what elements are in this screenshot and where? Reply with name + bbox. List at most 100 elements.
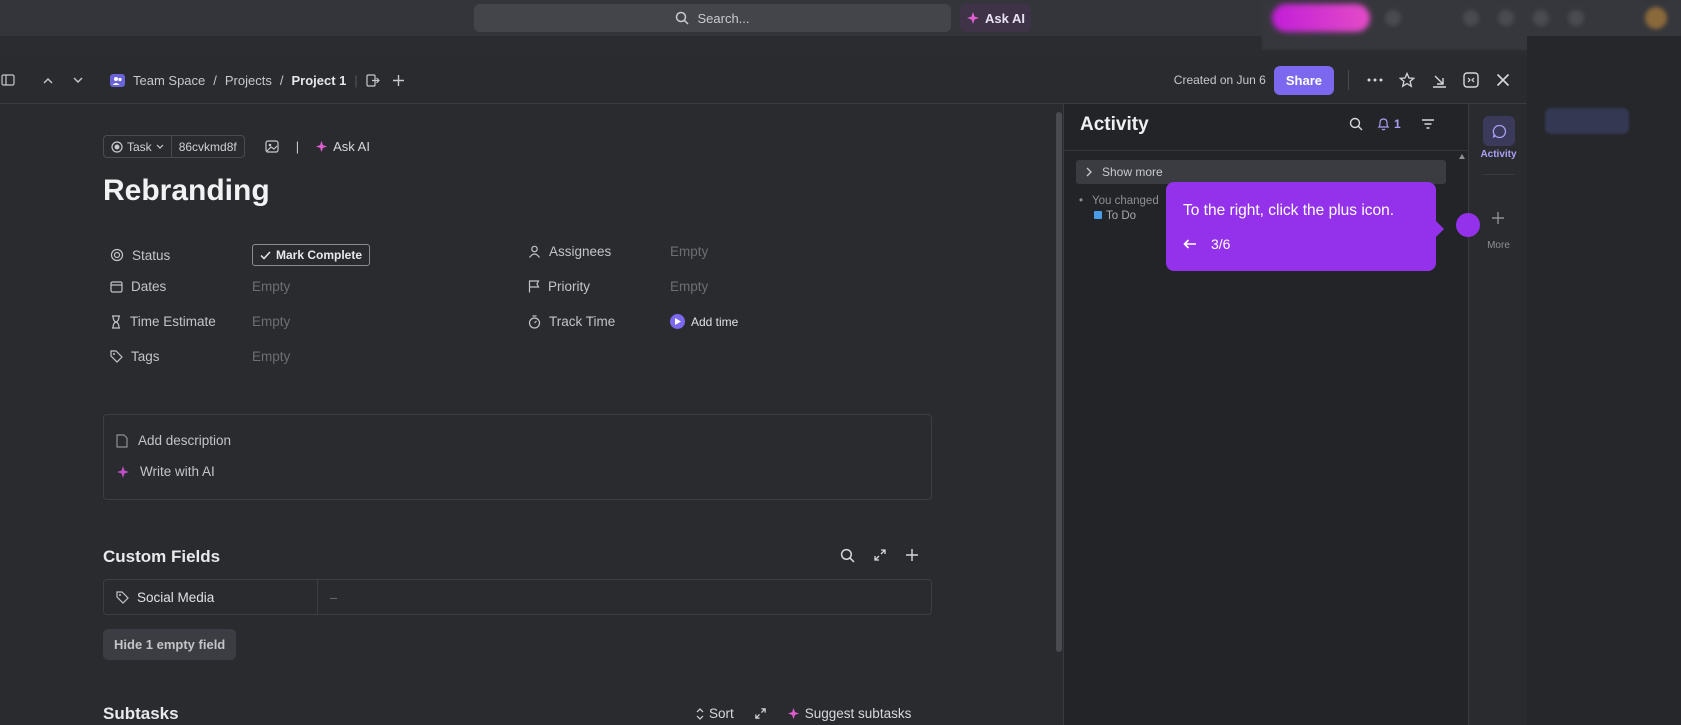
task-id-chip[interactable]: 86cvkmd8f: [171, 135, 245, 158]
plus-icon[interactable]: [905, 548, 919, 562]
scroll-up-arrow-icon[interactable]: [1459, 154, 1465, 159]
plus-icon[interactable]: [1489, 209, 1507, 227]
search-icon[interactable]: [840, 548, 855, 563]
blurred-icon: [1385, 10, 1401, 26]
task-type-dropdown[interactable]: Task: [103, 135, 172, 158]
suggest-subtasks-button[interactable]: Suggest subtasks: [787, 706, 912, 721]
custom-field-label: Social Media: [137, 589, 215, 605]
global-search[interactable]: Search...: [474, 4, 951, 32]
filter-icon[interactable]: [1421, 118, 1435, 130]
breadcrumb-projects[interactable]: Projects: [225, 73, 272, 88]
sparkle-icon: [787, 707, 799, 720]
tag-icon: [110, 350, 123, 363]
layout-icon[interactable]: [1459, 72, 1483, 88]
suggest-subtasks-label: Suggest subtasks: [804, 706, 912, 721]
field-priority: Priority Empty: [528, 279, 708, 294]
right-rail: Activity More: [1468, 104, 1527, 725]
plus-icon[interactable]: [392, 74, 405, 87]
panel-header: Team Space / Projects / Project 1 | Crea…: [0, 56, 1527, 104]
background-page: [1527, 36, 1681, 725]
star-icon[interactable]: [1395, 72, 1419, 88]
custom-fields-table: Social Media –: [103, 579, 932, 615]
add-time-button[interactable]: Add time: [670, 314, 738, 329]
play-icon: [670, 314, 685, 329]
mark-complete-button[interactable]: Mark Complete: [252, 244, 371, 266]
task-title[interactable]: Rebranding: [103, 174, 270, 208]
share-button[interactable]: Share: [1273, 65, 1334, 95]
field-label: Tags: [131, 349, 160, 364]
write-with-ai-button[interactable]: Write with AI: [116, 464, 215, 479]
search-icon[interactable]: [1349, 117, 1363, 131]
activity-status: To Do: [1086, 209, 1159, 224]
notification-count: 1: [1394, 117, 1401, 131]
tag-icon: [116, 590, 129, 604]
sidebar-toggle-icon[interactable]: [0, 74, 16, 86]
move-icon[interactable]: [366, 73, 380, 87]
mark-complete-label: Mark Complete: [276, 248, 363, 262]
assignees-value[interactable]: Empty: [670, 244, 708, 259]
sort-button[interactable]: Sort: [696, 706, 734, 721]
activity-tools: 1: [1349, 117, 1435, 131]
hide-empty-fields-button[interactable]: Hide 1 empty field: [103, 629, 237, 660]
task-circle-icon: [111, 140, 123, 153]
custom-fields-tools: [840, 548, 919, 563]
custom-fields-title: Custom Fields: [103, 547, 221, 566]
blurred-icon: [1463, 10, 1479, 26]
subtasks-title: Subtasks: [103, 704, 179, 723]
avatar: [1645, 7, 1667, 29]
divider: |: [354, 72, 358, 88]
more-options-icon[interactable]: [1363, 78, 1387, 82]
bullet: •: [1079, 195, 1084, 207]
breadcrumb-project-1[interactable]: Project 1: [291, 73, 346, 88]
close-icon[interactable]: [1491, 73, 1515, 87]
show-more-button[interactable]: Show more: [1076, 160, 1446, 184]
subtasks-tools: Sort Suggest subtasks: [696, 706, 911, 721]
bell-icon: [1377, 118, 1390, 131]
ask-ai-button[interactable]: Ask AI: [960, 4, 1031, 32]
chevron-down-icon[interactable]: [68, 77, 88, 84]
tooltip-step: 3/6: [1211, 236, 1231, 252]
tooltip-arrow: [1435, 220, 1444, 238]
task-ask-ai-button[interactable]: Ask AI: [315, 139, 370, 154]
field-tags: Tags Empty: [110, 349, 290, 364]
minimize-icon[interactable]: [1427, 73, 1451, 88]
add-time-label: Add time: [691, 314, 739, 329]
field-assignees: Assignees Empty: [528, 244, 708, 259]
show-more-label: Show more: [1102, 165, 1163, 179]
breadcrumb-team-space[interactable]: Team Space: [133, 73, 205, 88]
image-icon[interactable]: [265, 140, 279, 153]
description-box: Add description Write with AI: [103, 414, 932, 500]
activity-item-text: You changed: [1092, 195, 1159, 207]
main-scrollbar[interactable]: [1056, 112, 1062, 652]
activity-rail-button[interactable]: [1483, 116, 1515, 146]
guide-tooltip: To the right, click the plus icon. 3/6: [1166, 182, 1444, 271]
task-type-label: Task: [127, 139, 152, 154]
notifications-button[interactable]: 1: [1377, 117, 1401, 131]
field-dates: Dates Empty: [110, 279, 290, 294]
field-label: Priority: [548, 279, 591, 294]
ask-ai-label: Ask AI: [333, 139, 370, 154]
blurred-icon: [1568, 10, 1584, 26]
tags-value[interactable]: Empty: [252, 349, 290, 364]
divider: |: [295, 139, 300, 154]
expand-icon[interactable]: [873, 548, 887, 562]
chevron-up-icon[interactable]: [38, 77, 58, 84]
status-label: To Do: [1106, 210, 1137, 222]
sort-label: Sort: [709, 706, 734, 721]
created-date: Created on Jun 6: [1173, 73, 1266, 87]
expand-icon[interactable]: [754, 707, 767, 720]
guide-beacon[interactable]: [1456, 213, 1480, 237]
calendar-icon: [110, 281, 123, 293]
priority-value[interactable]: Empty: [670, 279, 708, 294]
flag-icon: [528, 280, 540, 293]
search-icon: [676, 11, 690, 25]
field-status: Status Mark Complete: [110, 244, 371, 266]
custom-field-value[interactable]: –: [318, 580, 337, 614]
time-estimate-value[interactable]: Empty: [252, 314, 290, 329]
add-description-button[interactable]: Add description: [116, 433, 231, 448]
divider: [1348, 70, 1349, 90]
check-icon: [260, 250, 271, 260]
arrow-left-icon[interactable]: [1183, 239, 1197, 249]
task-type-chips: Task 86cvkmd8f | Ask AI: [103, 135, 370, 158]
dates-value[interactable]: Empty: [252, 279, 290, 294]
